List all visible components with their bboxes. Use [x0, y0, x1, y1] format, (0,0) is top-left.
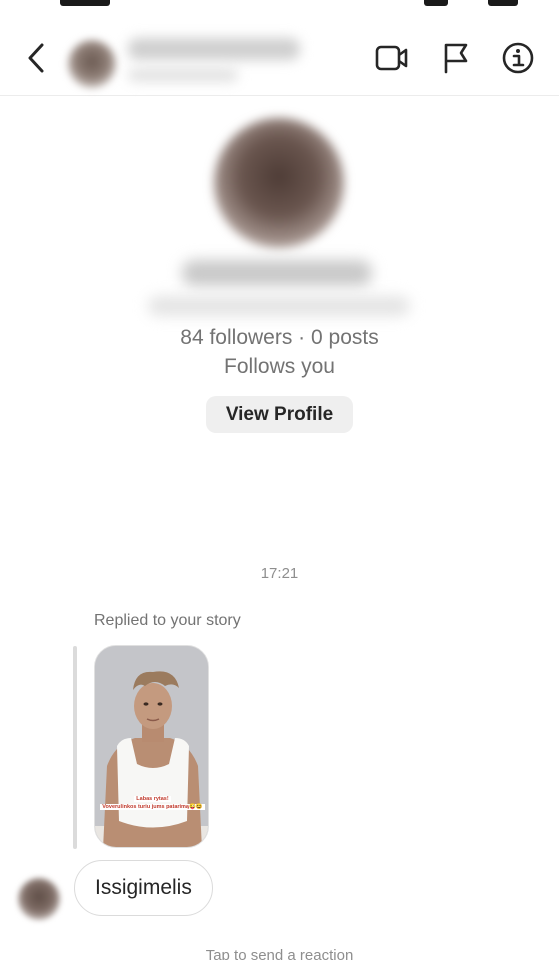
flag-icon: [444, 43, 468, 74]
reaction-hint: Tap to send a reaction: [205, 947, 354, 960]
status-bar: [0, 0, 559, 8]
replied-to-story-label: Replied to your story: [94, 612, 241, 629]
chat-header: [0, 18, 559, 96]
message-text: Issigimelis: [95, 876, 192, 899]
chevron-left-icon: [28, 43, 44, 73]
follows-you-label: Follows you: [224, 355, 335, 378]
report-button[interactable]: [438, 40, 474, 76]
message-bubble[interactable]: Issigimelis: [74, 860, 213, 916]
battery-icon: [488, 0, 518, 6]
video-camera-icon: [375, 45, 408, 71]
story-caption-line1: Labas rytas!: [134, 796, 171, 802]
view-profile-button[interactable]: View Profile: [206, 396, 353, 433]
profile-stats: 84 followers · 0 posts: [180, 326, 379, 349]
header-status-blurred: [128, 68, 238, 82]
status-time-fragment: [60, 0, 110, 6]
header-username-blurred[interactable]: [128, 38, 300, 60]
profile-name-blurred: [182, 260, 372, 286]
sender-avatar[interactable]: [18, 878, 60, 920]
info-button[interactable]: [500, 40, 536, 76]
info-icon: [502, 42, 534, 74]
story-thumbnail[interactable]: Labas rytas! Voverulinkos turiu jums pat…: [94, 645, 209, 848]
profile-avatar[interactable]: [214, 118, 344, 248]
back-button[interactable]: [20, 40, 52, 76]
profile-username-blurred: [148, 296, 410, 316]
reply-indicator-bar: [73, 646, 77, 849]
story-caption-line2: Voverulinkos turiu jums patarimą😜😆: [100, 804, 205, 810]
signal-icon: [424, 0, 448, 6]
story-photo: [95, 646, 208, 847]
video-call-button[interactable]: [374, 40, 410, 76]
message-timestamp: 17:21: [260, 565, 299, 582]
header-avatar[interactable]: [68, 40, 116, 88]
